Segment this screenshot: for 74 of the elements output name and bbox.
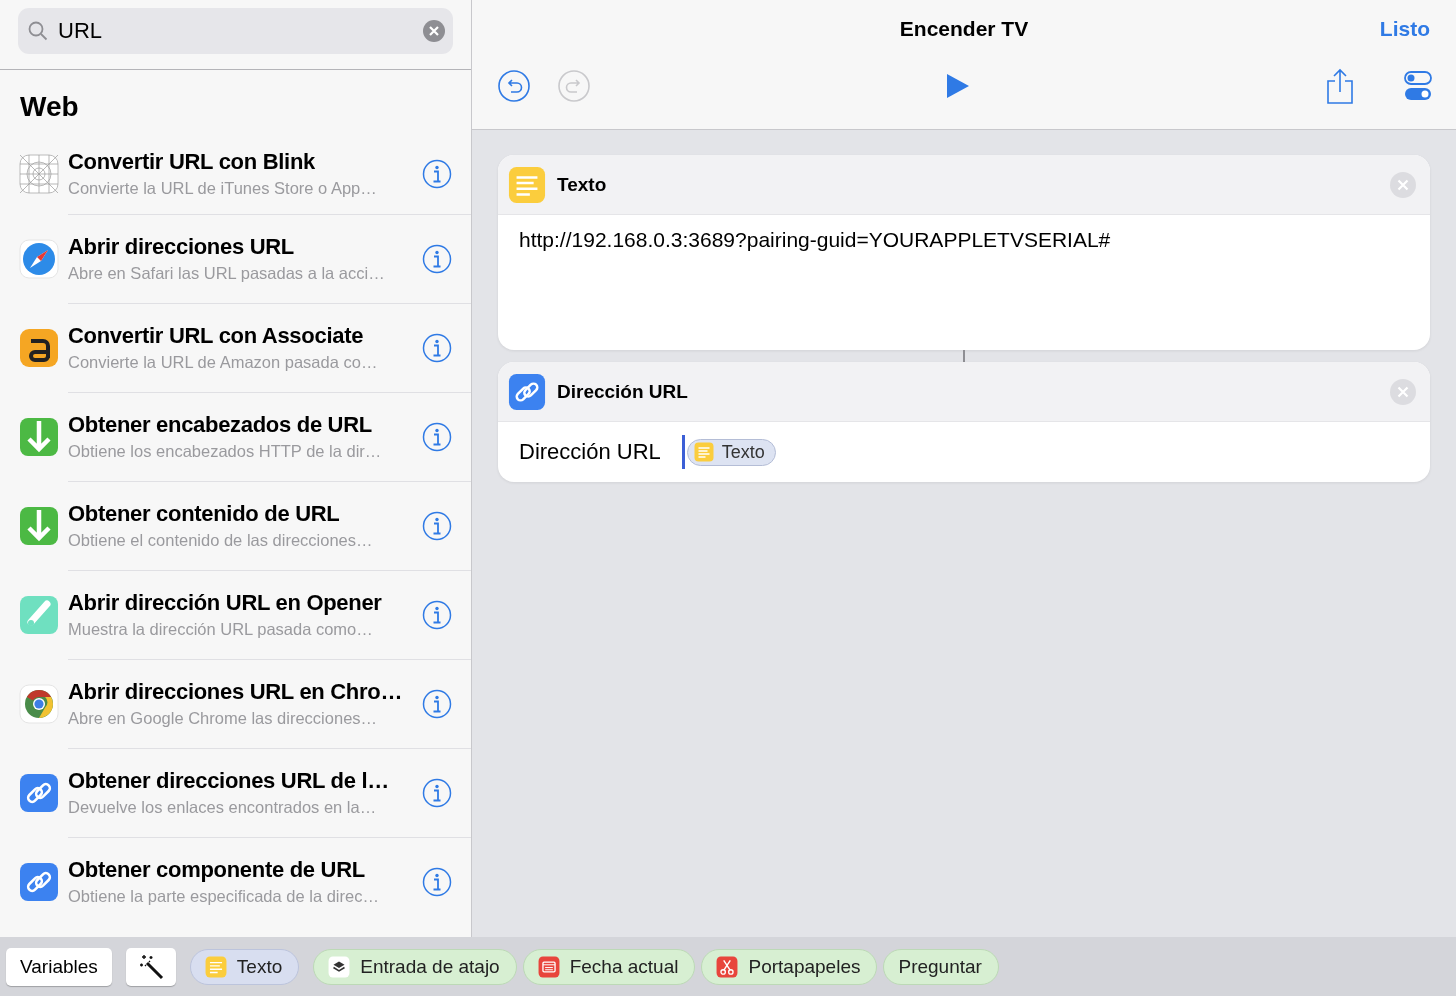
- magic-variable-button[interactable]: [125, 947, 176, 986]
- pin-icon: [19, 594, 59, 635]
- search-field[interactable]: URL: [18, 7, 453, 54]
- info-icon[interactable]: [422, 599, 452, 630]
- info-icon[interactable]: [422, 243, 452, 274]
- undo-icon[interactable]: [498, 70, 530, 102]
- info-icon[interactable]: [422, 688, 452, 719]
- variables-button[interactable]: Variables: [6, 947, 112, 986]
- action-row[interactable]: Obtener encabezados de URL Obtiene los encabezados HTTP de la dir…: [0, 392, 471, 481]
- action-title: Convertir URL con Blink: [68, 148, 316, 176]
- variable-chip[interactable]: Entrada de atajo: [313, 948, 517, 985]
- action-description: Obtiene la parte especificada de la direc…: [68, 885, 380, 907]
- action-description: Muestra la dirección URL pasada como…: [68, 618, 374, 640]
- variable-chip[interactable]: Fecha actual: [522, 948, 696, 985]
- action-description: Convierte la URL de iTunes Store o App…: [68, 178, 378, 199]
- variable-chip[interactable]: Preguntar: [883, 948, 999, 985]
- action-row[interactable]: Abrir direcciones URL en Chro… Abre en Google Chrome las direcciones…: [0, 659, 471, 748]
- link-icon: [19, 772, 59, 813]
- action-title: Obtener componente de URL: [68, 855, 366, 884]
- variable-chip[interactable]: Texto: [189, 948, 300, 985]
- action-title: Abrir direcciones URL: [68, 232, 295, 261]
- action-description: Abre en Safari las URL pasadas a la acci…: [68, 262, 386, 284]
- done-button[interactable]: Listo: [1379, 17, 1430, 41]
- text-cursor: [681, 435, 685, 469]
- info-icon[interactable]: [422, 421, 452, 452]
- letter-a-icon: [19, 327, 59, 368]
- shortcut-title: Encender TV: [899, 17, 1029, 41]
- compass-icon: [19, 238, 59, 279]
- clear-icon[interactable]: [423, 19, 445, 42]
- action-description: Convierte la URL de Amazon pasada co…: [68, 351, 379, 373]
- action-row[interactable]: Abrir direcciones URL Abre en Safari las URL pasadas a la acci…: [0, 214, 471, 303]
- grid-icon: [19, 154, 59, 194]
- action-row[interactable]: Convertir URL con Blink Convierte la URL de iTunes Store o App…: [0, 134, 471, 214]
- action-row[interactable]: Convertir URL con Associate Convierte la URL de Amazon pasada co…: [0, 303, 471, 392]
- action-title: Obtener contenido de URL: [68, 499, 341, 528]
- info-icon[interactable]: [422, 866, 452, 897]
- action-title: Abrir dirección URL en Opener: [68, 588, 383, 617]
- action-description: Obtiene los encabezados HTTP de la dir…: [68, 440, 383, 462]
- play-icon[interactable]: [946, 73, 970, 99]
- action-description: Obtiene el contenido de las direcciones…: [68, 529, 374, 551]
- variable-chip[interactable]: Portapapeles: [701, 948, 878, 985]
- parameter-label: Dirección URL: [519, 439, 661, 465]
- wheel-icon: [19, 683, 59, 724]
- share-icon[interactable]: [1326, 68, 1354, 104]
- layers-icon: [328, 955, 351, 978]
- variable-token[interactable]: Texto: [686, 438, 776, 466]
- action-title: Obtener direcciones URL de l…: [68, 766, 390, 795]
- info-icon[interactable]: [422, 159, 452, 189]
- action-title: Convertir URL con Associate: [68, 321, 365, 350]
- link-icon: [19, 861, 59, 902]
- info-icon[interactable]: [422, 777, 452, 808]
- action-row[interactable]: Abrir dirección URL en Opener Muestra la dirección URL pasada como…: [0, 570, 471, 659]
- action-title: Abrir direcciones URL en Chro…: [68, 677, 404, 706]
- action-title: Obtener encabezados de URL: [68, 410, 373, 439]
- text-field[interactable]: http://192.168.0.3:3689?pairing-guid=YOURAPPLETVSERIAL#: [498, 215, 1430, 350]
- card-title: Dirección URL: [557, 380, 689, 403]
- calendar-icon: [537, 955, 560, 978]
- settings-icon[interactable]: [1404, 71, 1432, 101]
- action-row[interactable]: Obtener componente de URL Obtiene la parte especificada de la direc…: [0, 837, 471, 926]
- card-title: Texto: [557, 173, 608, 196]
- info-icon[interactable]: [422, 332, 452, 363]
- text-lines-icon: [204, 955, 227, 978]
- info-icon[interactable]: [422, 510, 452, 541]
- action-row[interactable]: Obtener direcciones URL de l… Devuelve los enlaces encontrados en la…: [0, 748, 471, 837]
- action-description: Abre en Google Chrome las direcciones…: [68, 707, 379, 729]
- text-lines-icon: [508, 165, 546, 204]
- search-icon: [28, 20, 48, 41]
- action-row[interactable]: Obtener contenido de URL Obtiene el contenido de las direcciones…: [0, 481, 471, 570]
- link-icon: [508, 372, 546, 411]
- text-lines-icon: [693, 442, 714, 462]
- action-description: Devuelve los enlaces encontrados en la…: [68, 796, 378, 818]
- scissors-icon: [716, 955, 739, 978]
- magic-wand-icon: [137, 953, 164, 980]
- section-title: Web: [19, 90, 80, 124]
